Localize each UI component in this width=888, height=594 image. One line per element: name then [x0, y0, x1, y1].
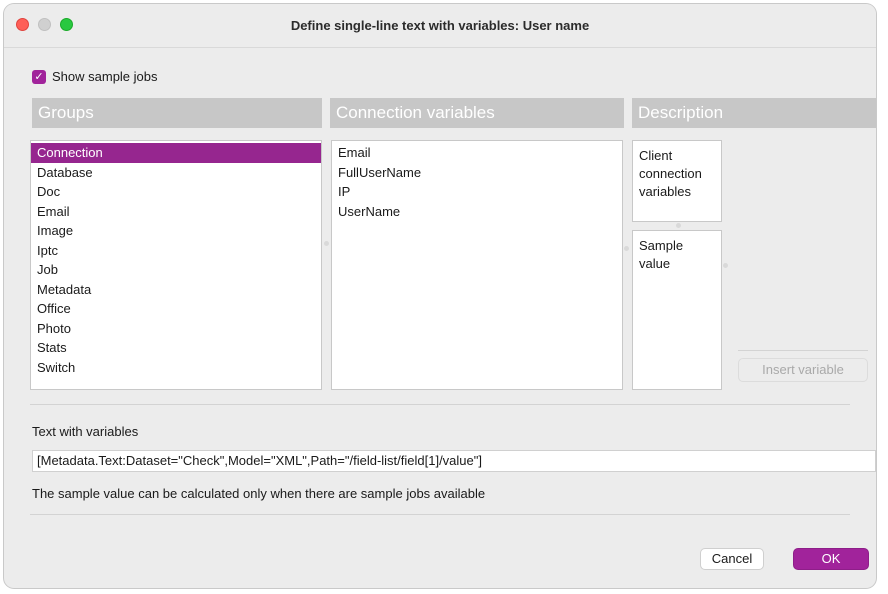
group-item[interactable]: Switch	[31, 358, 321, 378]
dialog-window: Define single-line text with variables: …	[4, 4, 876, 588]
variable-item[interactable]: IP	[332, 182, 622, 202]
variable-item[interactable]: UserName	[332, 202, 622, 222]
divider	[738, 350, 868, 351]
splitter-handle[interactable]	[676, 223, 681, 228]
checkmark-icon[interactable]: ✓	[32, 69, 46, 84]
show-sample-jobs-option[interactable]: ✓ Show sample jobs	[32, 69, 158, 84]
window-title: Define single-line text with variables: …	[290, 18, 590, 33]
variable-item[interactable]: Email	[332, 143, 622, 163]
variables-list[interactable]: Email FullUserName IP UserName	[331, 140, 623, 390]
group-item[interactable]: Database	[31, 163, 321, 183]
group-item[interactable]: Email	[31, 202, 321, 222]
group-item[interactable]: Image	[31, 221, 321, 241]
groups-header: Groups	[32, 98, 322, 128]
sample-value-box: Sample value	[632, 230, 722, 390]
group-item[interactable]: Iptc	[31, 241, 321, 261]
group-item[interactable]: Stats	[31, 338, 321, 358]
variable-item[interactable]: FullUserName	[332, 163, 622, 183]
cancel-button[interactable]: Cancel	[700, 548, 764, 570]
insert-variable-button[interactable]: Insert variable	[738, 358, 868, 382]
connection-variables-header: Connection variables	[330, 98, 624, 128]
divider	[30, 514, 850, 515]
groups-list[interactable]: Connection Database Doc Email Image Iptc Job Me…	[30, 140, 322, 390]
splitter-handle[interactable]	[324, 241, 329, 246]
sample-info-message: The sample value can be calculated only …	[32, 486, 486, 501]
splitter-handle[interactable]	[624, 246, 629, 251]
show-sample-jobs-label[interactable]: Show sample jobs	[52, 69, 158, 84]
group-item[interactable]: Office	[31, 299, 321, 319]
text-with-variables-label: Text with variables	[32, 424, 139, 439]
group-item[interactable]: Connection	[31, 143, 321, 163]
text-with-variables-field[interactable]: [Metadata.Text:Dataset="Check",Model="XM…	[32, 450, 876, 472]
group-item[interactable]: Metadata	[31, 280, 321, 300]
group-item[interactable]: Doc	[31, 182, 321, 202]
description-header: Description	[632, 98, 876, 128]
group-item[interactable]: Job	[31, 260, 321, 280]
divider	[30, 404, 850, 405]
title-bar: Define single-line text with variables: …	[4, 4, 876, 48]
description-text-box: Client connection variables	[632, 140, 722, 222]
splitter-handle[interactable]	[723, 263, 728, 268]
ok-button[interactable]: OK	[793, 548, 869, 570]
group-item[interactable]: Photo	[31, 319, 321, 339]
